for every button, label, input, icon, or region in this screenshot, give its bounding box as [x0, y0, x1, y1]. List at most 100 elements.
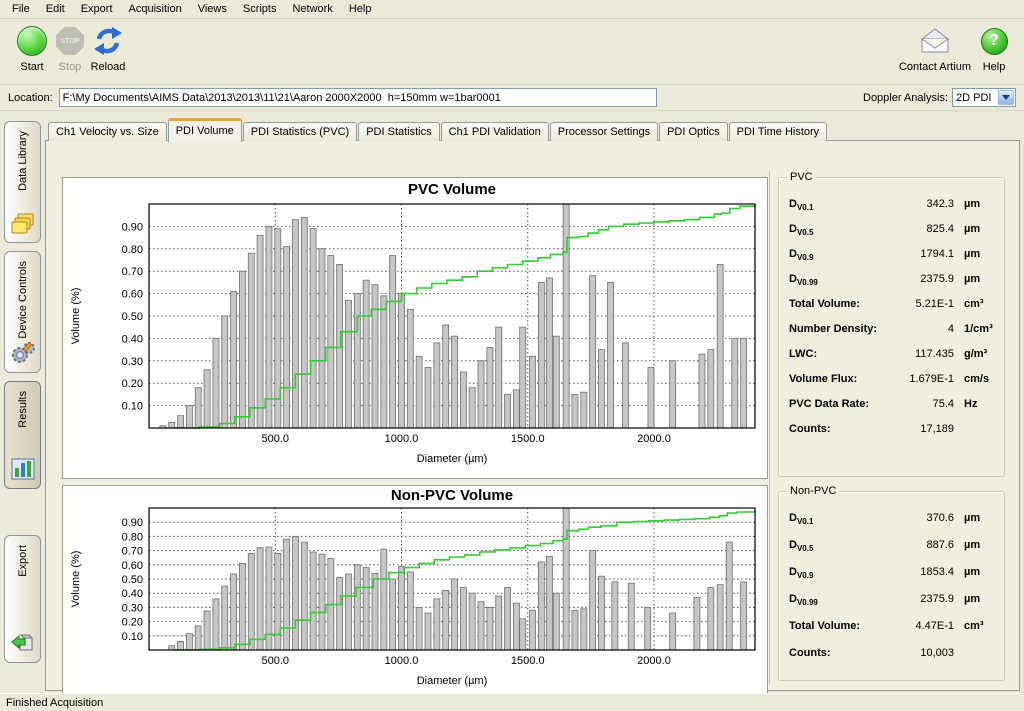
svg-text:2000.0: 2000.0 — [637, 655, 671, 667]
menu-item[interactable]: Export — [73, 1, 121, 17]
stat-value: 2375.9 — [892, 593, 954, 605]
stat-label: PVC Data Rate: — [789, 398, 892, 412]
nonpvc-volume-chart: 0.100.200.300.400.500.600.700.800.90500.… — [62, 485, 768, 701]
sidebar: Data Library Device Controls Results Exp… — [0, 113, 45, 693]
stat-value: 2375.9 — [892, 273, 954, 285]
stat-unit: g/m³ — [954, 348, 996, 360]
stat-value: 10,003 — [892, 647, 954, 659]
stat-label: DV0.99 — [789, 273, 892, 287]
svg-text:0.90: 0.90 — [122, 221, 143, 233]
svg-text:Volume (%): Volume (%) — [70, 288, 82, 345]
location-input[interactable] — [59, 88, 657, 107]
stat-value: 370.6 — [892, 512, 954, 524]
stats-panel: PVC DV0.1 342.3 µm DV0.5 825.4 µm — [769, 171, 1009, 684]
folders-icon — [10, 210, 36, 236]
reload-button[interactable]: Reload — [82, 23, 134, 73]
menu-item[interactable]: File — [4, 1, 38, 17]
svg-text:Non-PVC Volume: Non-PVC Volume — [391, 487, 513, 504]
stat-value: 887.6 — [892, 539, 954, 551]
stat-label: DV0.1 — [789, 198, 892, 212]
stat-row: DV0.9 1853.4 µm — [789, 566, 996, 593]
tab[interactable]: Ch1 Velocity vs. Size — [48, 122, 167, 141]
chevron-down-icon[interactable] — [998, 90, 1014, 105]
svg-text:0.50: 0.50 — [122, 311, 143, 323]
stat-label: Volume Flux: — [789, 373, 892, 387]
svg-text:0.50: 0.50 — [122, 574, 143, 586]
stat-value: 1853.4 — [892, 566, 954, 578]
stat-value: 342.3 — [892, 198, 954, 210]
stat-value: 117.435 — [892, 348, 954, 360]
stat-value: 4.47E-1 — [892, 620, 954, 632]
stat-row: DV0.99 2375.9 µm — [789, 593, 996, 620]
svg-text:0.80: 0.80 — [122, 531, 143, 543]
doppler-analysis-value: 2D PDI — [956, 92, 991, 104]
sidebar-item-device-controls[interactable]: Device Controls — [4, 251, 41, 373]
tab[interactable]: PDI Optics — [659, 122, 728, 141]
export-icon — [10, 630, 36, 656]
menu-item[interactable]: Acquisition — [121, 1, 190, 17]
tab-page-pdi-volume: 0.100.200.300.400.500.600.700.800.90500.… — [45, 140, 1020, 691]
toolbar: Start STOP Stop Reload Contact Artium — [0, 19, 1024, 85]
stat-row: Number Density: 4 1/cm³ — [789, 323, 996, 348]
tab-strip: Ch1 Velocity vs. SizePDI VolumePDI Stati… — [45, 118, 1020, 141]
sidebar-item-export[interactable]: Export — [4, 535, 41, 663]
svg-text:0.30: 0.30 — [122, 356, 143, 368]
sidebar-item-label: Results — [17, 391, 29, 428]
main-panel: Ch1 Velocity vs. SizePDI VolumePDI Stati… — [45, 118, 1020, 691]
tab[interactable]: PDI Volume — [168, 118, 242, 142]
stat-label: Total Volume: — [789, 620, 892, 634]
stat-value: 4 — [892, 323, 954, 335]
tab[interactable]: Ch1 PDI Validation — [441, 122, 549, 141]
reload-icon — [92, 25, 124, 57]
contact-artium-button[interactable]: Contact Artium — [896, 23, 974, 73]
stat-row: Volume Flux: 1.679E-1 cm/s — [789, 373, 996, 398]
tab[interactable]: PDI Statistics (PVC) — [243, 122, 357, 141]
svg-text:0.40: 0.40 — [122, 333, 143, 345]
svg-text:Diameter (µm): Diameter (µm) — [417, 675, 488, 687]
menu-item[interactable]: Scripts — [235, 1, 285, 17]
menu-item[interactable]: Help — [341, 1, 380, 17]
svg-text:Diameter (µm): Diameter (µm) — [417, 453, 488, 465]
stat-unit: µm — [954, 198, 996, 210]
stat-row: DV0.1 370.6 µm — [789, 512, 996, 539]
svg-text:0.80: 0.80 — [122, 244, 143, 256]
svg-text:Volume (%): Volume (%) — [70, 551, 82, 608]
svg-text:2000.0: 2000.0 — [637, 433, 671, 445]
svg-text:0.60: 0.60 — [122, 289, 143, 301]
help-button[interactable]: ? Help — [972, 23, 1016, 73]
location-label: Location: — [8, 92, 53, 104]
stat-value: 5.21E-1 — [892, 298, 954, 310]
tab[interactable]: PDI Statistics — [358, 122, 439, 141]
menu-item[interactable]: Network — [284, 1, 340, 17]
bar-chart-icon — [10, 456, 36, 482]
menu-item[interactable]: Edit — [38, 1, 73, 17]
tab[interactable]: PDI Time History — [729, 122, 828, 141]
svg-text:0.20: 0.20 — [122, 378, 143, 390]
svg-text:0.20: 0.20 — [122, 617, 143, 629]
sidebar-item-data-library[interactable]: Data Library — [4, 121, 41, 243]
stat-row: Counts: 17,189 — [789, 423, 996, 448]
stat-row: Counts: 10,003 — [789, 647, 996, 674]
tab[interactable]: Processor Settings — [550, 122, 658, 141]
stat-label: Total Volume: — [789, 298, 892, 312]
stat-label: DV0.99 — [789, 593, 892, 607]
menu-item[interactable]: Views — [190, 1, 235, 17]
doppler-analysis-label: Doppler Analysis: — [863, 92, 948, 104]
doppler-analysis-select[interactable]: 2D PDI — [952, 88, 1016, 107]
svg-text:1500.0: 1500.0 — [511, 433, 545, 445]
stat-label: DV0.5 — [789, 539, 892, 553]
menu-bar: FileEditExportAcquisitionViewsScriptsNet… — [0, 0, 1024, 19]
svg-text:0.10: 0.10 — [122, 401, 143, 413]
stat-value: 75.4 — [892, 398, 954, 410]
svg-text:1000.0: 1000.0 — [385, 433, 419, 445]
stat-label: DV0.1 — [789, 512, 892, 526]
reload-label: Reload — [82, 61, 134, 73]
stat-unit: µm — [954, 566, 996, 578]
sidebar-item-label: Data Library — [17, 131, 29, 191]
svg-text:0.60: 0.60 — [122, 560, 143, 572]
stat-value: 1.679E-1 — [892, 373, 954, 385]
svg-text:0.70: 0.70 — [122, 266, 143, 278]
svg-text:0.40: 0.40 — [122, 588, 143, 600]
sidebar-item-results[interactable]: Results — [4, 381, 41, 489]
group-title: Non-PVC — [787, 485, 839, 497]
